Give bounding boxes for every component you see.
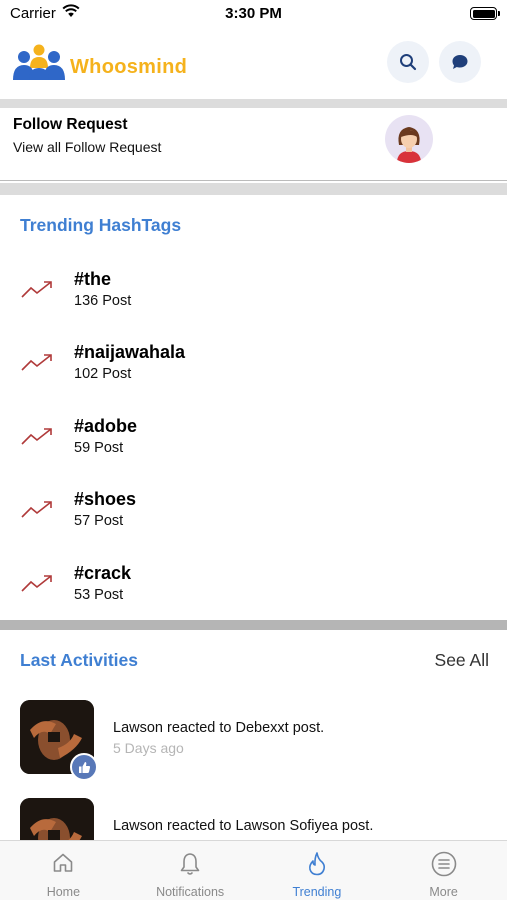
tab-label: Trending: [292, 885, 342, 899]
tab-label: More: [429, 885, 458, 899]
menu-icon: [431, 851, 456, 877]
trending-up-icon: [21, 354, 52, 371]
hashtag-label: #shoes: [74, 489, 137, 510]
flame-icon: [308, 852, 325, 876]
tab-label: Home: [46, 885, 81, 899]
activities-section-title: Last Activities: [20, 650, 139, 670]
divider: [0, 183, 507, 195]
activity-text: Lawson reacted to Lawson Sofiyea post.: [113, 818, 374, 834]
bell-icon: [180, 853, 200, 875]
see-all-link[interactable]: See All: [435, 650, 489, 671]
home-icon: [54, 853, 73, 872]
follow-request-title: Follow Request: [13, 116, 128, 133]
like-badge: [70, 753, 98, 781]
hashtag-label: #naijawahala: [74, 342, 186, 363]
activity-time: 5 Days ago: [113, 740, 184, 756]
list-item[interactable]: Lawson reacted to Debexxt post. 5 Days a…: [0, 700, 507, 781]
trending-up-icon: [21, 501, 52, 518]
chat-icon: [452, 55, 468, 69]
list-item[interactable]: #shoes 57 Post: [0, 475, 507, 548]
tab-label: Notifications: [156, 885, 225, 899]
divider: [0, 99, 507, 108]
trending-up-icon: [21, 281, 52, 298]
battery-icon: [470, 7, 500, 20]
trending-list: #the 136 Post #naijawahala 102 Post #ado…: [0, 255, 507, 622]
list-item[interactable]: #the 136 Post: [0, 255, 507, 328]
follow-request-link[interactable]: View all Follow Request: [13, 139, 161, 155]
trending-section-title: Trending HashTags: [20, 215, 182, 235]
logo-icon: [13, 44, 65, 80]
search-button[interactable]: [387, 41, 429, 83]
post-count: 102 Post: [74, 366, 132, 383]
thumbs-up-icon: [78, 761, 90, 773]
tab-more[interactable]: More: [380, 841, 507, 900]
list-item[interactable]: #adobe 59 Post: [0, 402, 507, 475]
chat-button[interactable]: [439, 41, 481, 83]
post-count: 53 Post: [74, 586, 124, 603]
list-item[interactable]: #crack 53 Post: [0, 549, 507, 622]
user-avatar-icon: [397, 127, 421, 163]
hashtag-label: #the: [74, 269, 112, 289]
post-count: 136 Post: [74, 293, 132, 309]
avatar: [385, 115, 433, 163]
bottom-tab-bar: Home Notifications Trending More: [0, 840, 507, 900]
follow-request-row[interactable]: Follow Request View all Follow Request: [0, 108, 507, 181]
clock: 3:30 PM: [225, 5, 282, 22]
status-bar: Carrier 3:30 PM: [0, 0, 507, 30]
post-count: 57 Post: [74, 513, 124, 530]
tab-home[interactable]: Home: [0, 841, 127, 900]
trending-up-icon: [21, 574, 52, 592]
brand-name: Whoosmind: [70, 56, 188, 78]
post-count: 59 Post: [74, 439, 124, 456]
tab-notifications[interactable]: Notifications: [127, 841, 254, 900]
divider: [0, 620, 507, 630]
activity-text: Lawson reacted to Debexxt post.: [113, 720, 325, 736]
trending-up-icon: [21, 427, 52, 445]
tab-trending[interactable]: Trending: [254, 841, 381, 900]
app-header: Whoosmind: [0, 36, 507, 98]
hashtag-label: #adobe: [74, 415, 138, 436]
list-item[interactable]: #naijawahala 102 Post: [0, 328, 507, 401]
hashtag-label: #crack: [74, 562, 132, 583]
search-icon: [400, 54, 417, 71]
